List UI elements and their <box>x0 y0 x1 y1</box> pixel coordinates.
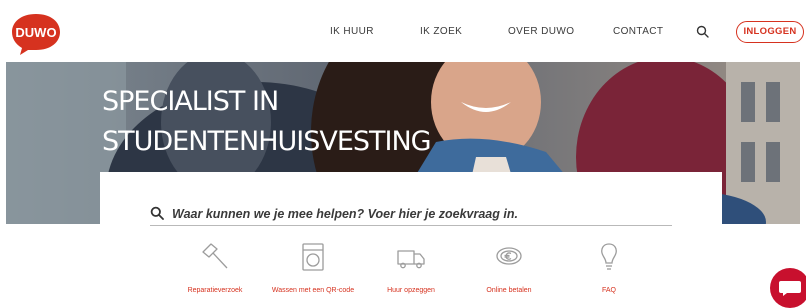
logo-mark: DUWO <box>12 14 60 55</box>
nav-over-duwo[interactable]: OVER DUWO <box>508 26 574 37</box>
moving-truck-icon <box>397 250 425 269</box>
nav-ik-zoek[interactable]: IK ZOEK <box>420 26 462 37</box>
lightbulb-icon <box>601 243 617 270</box>
euro-coin-icon <box>496 247 522 265</box>
header-search-button[interactable] <box>695 24 711 40</box>
chat-button[interactable] <box>770 268 806 308</box>
quick-link-label: FAQ <box>601 287 616 294</box>
quick-link-label: Wassen met een QR-code <box>271 287 355 294</box>
quick-link-faq[interactable]: FAQ <box>554 240 664 295</box>
nav-ik-huur[interactable]: IK HUUR <box>330 26 374 37</box>
hero-title-line-2: Studentenhuisvesting <box>102 126 432 157</box>
quick-link-label: Online betalen <box>486 287 532 294</box>
login-button[interactable]: INLOGGEN <box>736 21 804 43</box>
quick-link-wassen[interactable]: Wassen met een QR-code <box>258 240 368 295</box>
hammer-icon <box>202 243 228 269</box>
search-bar <box>150 204 672 226</box>
search-input[interactable] <box>172 204 662 224</box>
quick-link-label: Reparatieverzoek <box>187 287 243 294</box>
search-icon <box>696 25 709 38</box>
site-header: DUWO IK HUUR IK ZOEK OVER DUWO CONTACT I… <box>0 0 806 62</box>
chat-icon <box>779 281 801 296</box>
logo-text: DUWO <box>15 25 56 40</box>
nav-contact[interactable]: CONTACT <box>613 26 663 37</box>
quick-link-reparatieverzoek[interactable]: Reparatieverzoek <box>160 240 270 295</box>
quick-link-huur-opzeggen[interactable]: Huur opzeggen <box>356 240 466 295</box>
quick-links: Reparatieverzoek Wassen met een QR-code … <box>0 240 806 308</box>
washing-machine-icon <box>302 243 324 271</box>
quick-link-label: Huur opzeggen <box>387 287 435 294</box>
hero-title: Specialist in Studentenhuisvesting <box>102 82 432 162</box>
hero-title-line-1: Specialist in <box>102 86 279 117</box>
quick-link-online-betalen[interactable]: Online betalen <box>454 240 564 295</box>
search-icon <box>150 206 164 220</box>
duwo-logo[interactable]: DUWO <box>10 12 62 56</box>
